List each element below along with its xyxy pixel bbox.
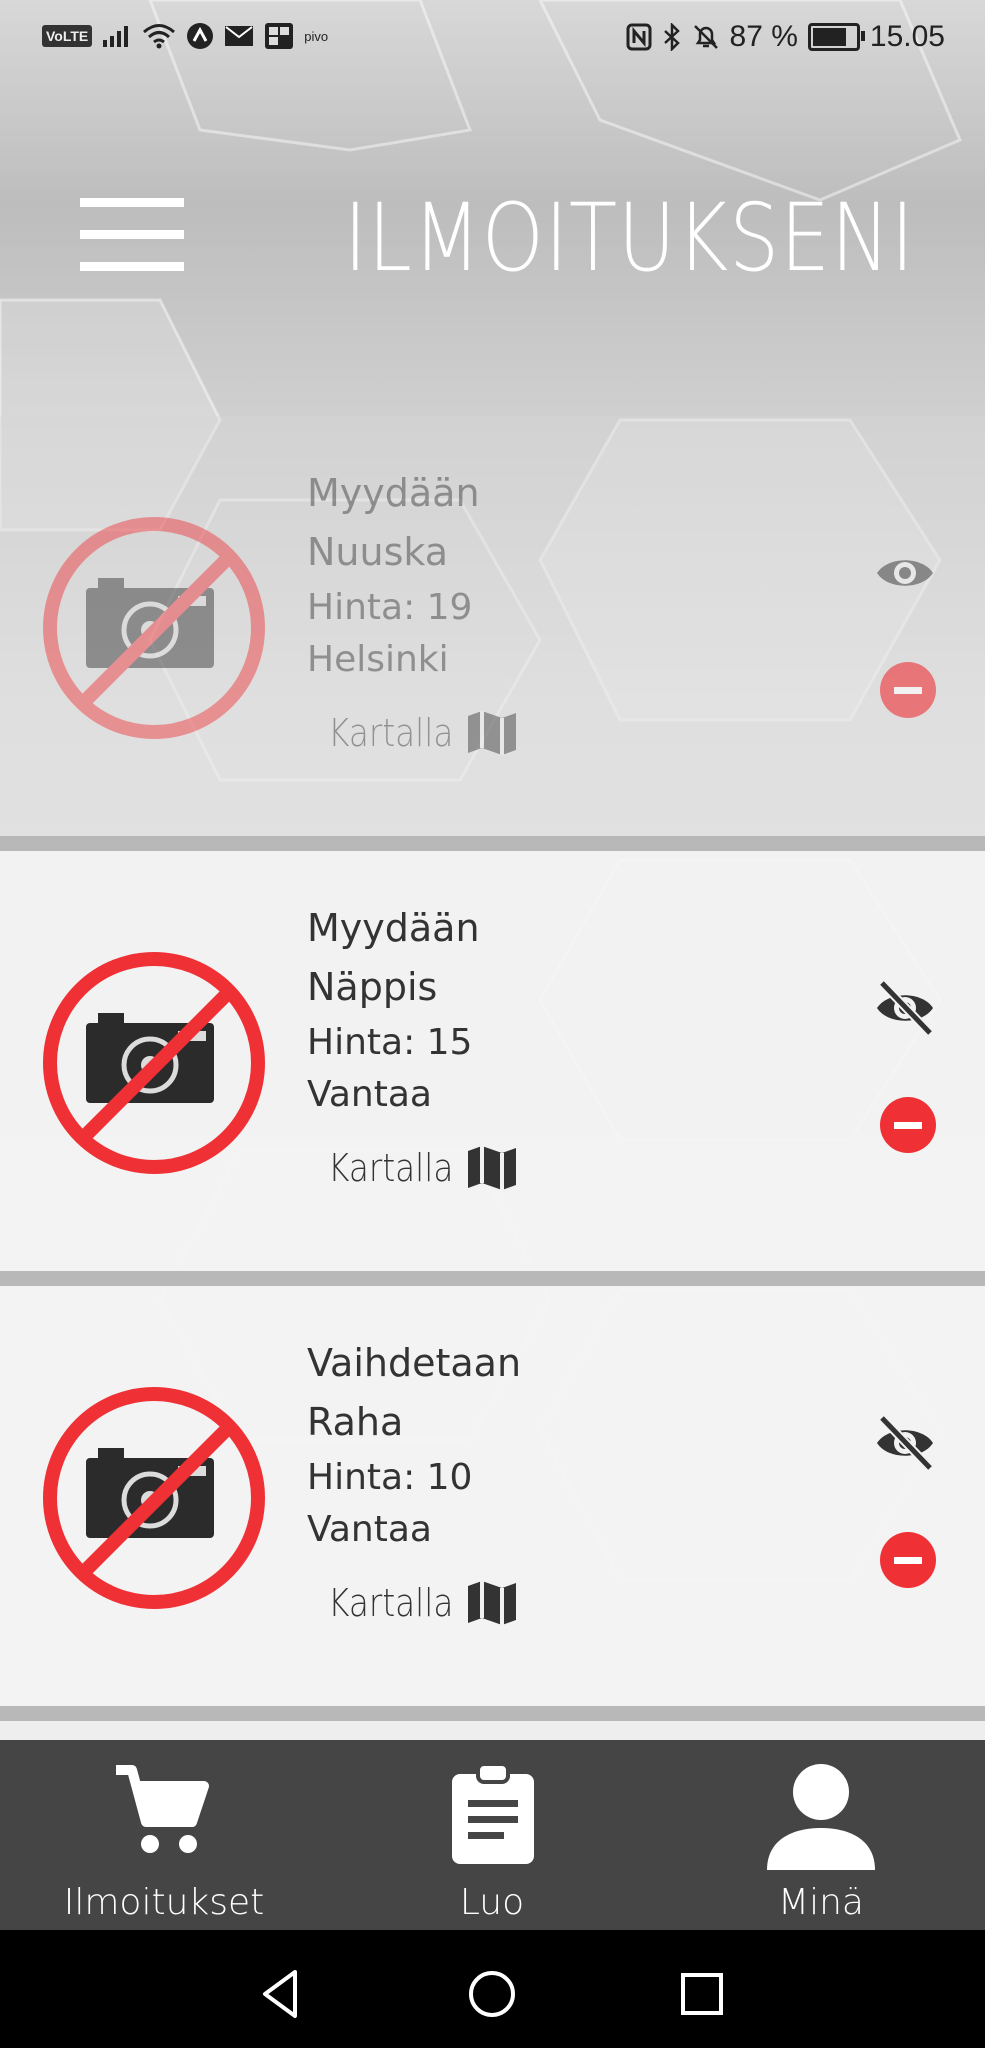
nav-label: Luo [459, 1882, 525, 1923]
listing-price: Hinta: 10 [307, 1457, 473, 1498]
carrier-label: pivo [304, 28, 329, 44]
nav-ilmoitukset[interactable]: Ilmoitukset [0, 1740, 328, 1930]
back-icon[interactable] [253, 1964, 313, 2024]
listing-title: Näppis [307, 965, 438, 1009]
map-link-label: Kartalla [328, 1581, 454, 1625]
map-link-label: Kartalla [328, 711, 454, 755]
listing-type: Myydään [307, 471, 480, 515]
home-icon[interactable] [462, 1964, 522, 2024]
signal-icon [103, 26, 129, 47]
nav-label: Minä [778, 1882, 864, 1923]
listing-info: Vaihdetaan Raha Hinta: 10 Vantaa [307, 1334, 521, 1556]
bottom-navigation: Ilmoitukset Luo Minä [0, 1740, 985, 1930]
status-bar: VoLTE pivo 87 % 15.05 [0, 0, 985, 78]
remove-listing-button[interactable] [880, 662, 936, 718]
person-icon [767, 1764, 875, 1870]
no-photo-icon [43, 952, 265, 1174]
no-photo-icon [43, 517, 265, 739]
system-navigation-bar [0, 1930, 985, 2048]
page-title: ILMOITUKSENI [343, 184, 915, 293]
map-link-label: Kartalla [328, 1146, 454, 1190]
bell-muted-icon [693, 25, 718, 49]
bluetooth-icon [663, 23, 680, 51]
show-on-map-link[interactable]: Kartalla [328, 1143, 520, 1193]
show-on-map-link[interactable]: Kartalla [328, 708, 520, 758]
clipboard-icon [452, 1762, 534, 1864]
listing-title: Raha [307, 1400, 404, 1444]
app-notification-icon [187, 23, 214, 49]
map-icon [467, 711, 516, 755]
my-listings-list: Myydään Nuuska Hinta: 19 Helsinki Kartal… [0, 416, 985, 1721]
listing-price: Hinta: 15 [307, 1022, 473, 1063]
map-icon [467, 1581, 516, 1625]
listing-city: Vantaa [307, 1074, 432, 1115]
cart-icon [116, 1765, 209, 1853]
menu-icon[interactable] [80, 198, 184, 271]
remove-listing-button[interactable] [880, 1532, 936, 1588]
mail-icon [225, 26, 254, 46]
listing-info: Myydään Nuuska Hinta: 19 Helsinki [307, 464, 480, 686]
nav-label: Ilmoitukset [63, 1882, 265, 1923]
remove-listing-button[interactable] [880, 1097, 936, 1153]
no-photo-icon [43, 1387, 265, 1609]
eye-icon[interactable] [874, 542, 936, 604]
app-header: ILMOITUKSENI [0, 78, 985, 418]
listing-type: Myydään [307, 906, 480, 950]
listing-card[interactable]: Myydään Näppis Hinta: 15 Vantaa Kartalla [0, 851, 985, 1286]
listing-title: Nuuska [307, 530, 449, 574]
listing-card[interactable]: Myydään Nuuska Hinta: 19 Helsinki Kartal… [0, 416, 985, 851]
listing-type: Vaihdetaan [307, 1341, 522, 1385]
nav-mina[interactable]: Minä [657, 1740, 985, 1930]
clock: 15.05 [869, 20, 945, 53]
listing-city: Helsinki [307, 639, 449, 680]
listing-card[interactable]: Vaihdetaan Raha Hinta: 10 Vantaa Kartall… [0, 1286, 985, 1721]
listing-price: Hinta: 19 [307, 587, 473, 628]
listing-info: Myydään Näppis Hinta: 15 Vantaa [307, 899, 480, 1121]
gallery-notification-icon [265, 23, 294, 49]
eye-off-icon[interactable] [874, 977, 936, 1039]
battery-percent: 87 % [729, 20, 798, 53]
recents-icon[interactable] [672, 1964, 732, 2024]
battery-icon [807, 23, 865, 51]
wifi-icon [143, 24, 176, 49]
nav-luo[interactable]: Luo [328, 1740, 656, 1930]
volte-indicator: VoLTE [42, 25, 93, 47]
map-icon [467, 1146, 516, 1190]
eye-off-icon[interactable] [874, 1412, 936, 1474]
show-on-map-link[interactable]: Kartalla [328, 1578, 520, 1628]
nfc-icon [626, 23, 652, 51]
listing-city: Vantaa [307, 1509, 432, 1550]
